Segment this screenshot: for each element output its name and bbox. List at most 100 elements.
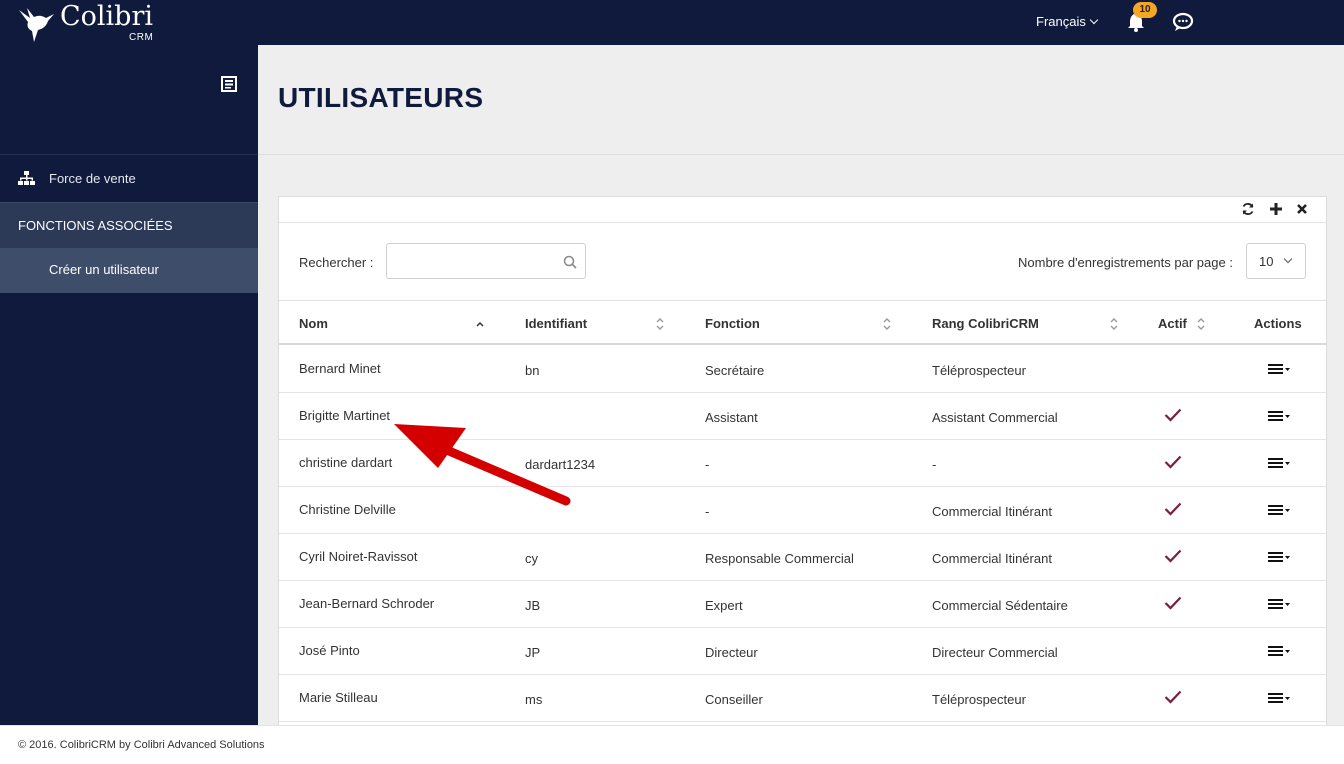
logo-subtitle: CRM [129, 32, 154, 43]
sort-both-icon[interactable] [655, 317, 665, 331]
sidebar-item-creer-utilisateur[interactable]: Créer un utilisateur [0, 248, 258, 293]
cell-fonction: Conseiller [705, 692, 763, 707]
plus-icon[interactable] [1269, 202, 1283, 216]
active-check-icon [1164, 690, 1182, 704]
panel-toolbar [279, 197, 1326, 223]
sidebar: Force de vente FONCTIONS ASSOCIÉES Créer… [0, 45, 258, 725]
users-panel: Rechercher : Nombre d'enregistrements pa… [278, 196, 1327, 736]
sidebar-subitem-label: Créer un utilisateur [49, 262, 159, 277]
row-actions-menu-icon[interactable] [1268, 457, 1294, 469]
cell-nom: Bernard Minet [299, 361, 381, 376]
cell-rang: Commercial Sédentaire [932, 598, 1068, 613]
sidebar-item-label: Force de vente [49, 171, 136, 186]
per-page-label: Nombre d'enregistrements par page : [1018, 255, 1233, 270]
language-label: Français [1036, 14, 1086, 29]
row-actions-menu-icon[interactable] [1268, 551, 1294, 563]
cell-fonction: Assistant [705, 410, 758, 425]
sort-asc-icon[interactable] [475, 317, 485, 331]
cell-fonction: Secrétaire [705, 363, 765, 378]
cell-fonction: - [705, 504, 710, 519]
cell-fonction: Expert [705, 598, 743, 613]
cell-nom: christine dardart [299, 455, 393, 470]
column-header-actions: Actions [1254, 316, 1302, 331]
column-header-fonction[interactable]: Fonction [705, 316, 760, 331]
row-actions-menu-icon[interactable] [1268, 363, 1294, 375]
cell-nom: Cyril Noiret-Ravissot [299, 549, 418, 564]
cell-nom: José Pinto [299, 643, 360, 658]
column-header-actif[interactable]: Actif [1158, 316, 1187, 331]
active-check-icon [1164, 408, 1182, 422]
cell-fonction: Responsable Commercial [705, 551, 854, 566]
sidebar-item-force-de-vente[interactable]: Force de vente [0, 155, 258, 202]
active-check-icon [1164, 549, 1182, 563]
table-row[interactable]: Marie Stilleau ms Conseiller Téléprospecteu… [279, 675, 1326, 722]
page-title: UTILISATEURS [278, 82, 484, 113]
cell-identifiant: JP [525, 645, 541, 660]
cell-rang: Assistant Commercial [932, 410, 1058, 425]
cell-fonction: - [705, 457, 710, 472]
logo-wordmark: Colibri [60, 1, 154, 32]
table-row[interactable]: Jean-Bernard Schroder JB Expert Commercial … [279, 581, 1326, 628]
per-page-select[interactable]: 10 [1246, 243, 1306, 279]
top-bar: Colibri CRM Français 10 [0, 0, 1344, 45]
sort-both-icon[interactable] [1109, 317, 1119, 331]
column-header-rang[interactable]: Rang ColibriCRM [932, 316, 1039, 331]
sidebar-toggle-icon[interactable] [221, 76, 237, 92]
row-actions-menu-icon[interactable] [1268, 504, 1294, 516]
row-actions-menu-icon[interactable] [1268, 410, 1294, 422]
table-row[interactable]: Christine Delville - Commercial Itinérant [279, 487, 1326, 534]
language-selector[interactable]: Français [1036, 14, 1099, 29]
table-row[interactable]: christine dardart dardart1234 - - [279, 440, 1326, 487]
row-actions-menu-icon[interactable] [1268, 692, 1294, 704]
sidebar-section-label: FONCTIONS ASSOCIÉES [18, 218, 173, 233]
chat-icon[interactable] [1172, 12, 1194, 32]
close-icon[interactable] [1295, 202, 1309, 216]
refresh-icon[interactable] [1241, 202, 1255, 216]
table-row[interactable]: Cyril Noiret-Ravissot cy Responsable Comme… [279, 534, 1326, 581]
cell-rang: Téléprospecteur [932, 363, 1026, 378]
page-header: UTILISATEURS [258, 45, 1344, 155]
sort-both-icon[interactable] [1196, 317, 1206, 331]
cell-identifiant: cy [525, 551, 538, 566]
cell-rang: Téléprospecteur [932, 692, 1026, 707]
row-actions-menu-icon[interactable] [1268, 598, 1294, 610]
chevron-down-icon [1283, 254, 1293, 264]
chevron-down-icon [1089, 15, 1099, 25]
table-row[interactable]: Bernard Minet bn Secrétaire Téléprospecteur [279, 346, 1326, 393]
search-field[interactable] [386, 243, 586, 279]
column-header-identifiant[interactable]: Identifiant [525, 316, 587, 331]
sitemap-icon [18, 171, 35, 185]
search-label: Rechercher : [299, 255, 374, 270]
cell-rang: - [932, 457, 937, 472]
active-check-icon [1164, 502, 1182, 516]
cell-nom: Christine Delville [299, 502, 396, 517]
footer: © 2016. ColibriCRM by Colibri Advanced S… [0, 725, 1344, 764]
cell-identifiant: JB [525, 598, 541, 613]
search-icon[interactable] [563, 255, 577, 269]
cell-identifiant: ms [525, 692, 543, 707]
search-input[interactable] [395, 252, 555, 270]
table-header: Nom Identifiant Fonction Rang ColibriCRM… [279, 300, 1326, 345]
colibri-logo[interactable]: Colibri CRM [16, 2, 166, 44]
active-check-icon [1164, 455, 1182, 469]
sort-both-icon[interactable] [882, 317, 892, 331]
notification-badge: 10 [1133, 2, 1157, 18]
cell-nom: Jean-Bernard Schroder [299, 596, 435, 611]
row-actions-menu-icon[interactable] [1268, 645, 1294, 657]
cell-fonction: Directeur [705, 645, 758, 660]
cell-nom: Brigitte Martinet [299, 408, 391, 423]
cell-identifiant: bn [525, 363, 540, 378]
footer-copyright: © 2016. ColibriCRM by Colibri Advanced S… [18, 739, 265, 751]
column-header-nom[interactable]: Nom [299, 316, 328, 331]
cell-identifiant: dardart1234 [525, 457, 596, 472]
hummingbird-icon [19, 8, 54, 42]
cell-rang: Directeur Commercial [932, 645, 1058, 660]
sidebar-section-header: FONCTIONS ASSOCIÉES [0, 202, 258, 248]
active-check-icon [1164, 596, 1182, 610]
cell-rang: Commercial Itinérant [932, 551, 1052, 566]
table-row[interactable]: Brigitte Martinet Assistant Assistant Comm… [279, 393, 1326, 440]
cell-rang: Commercial Itinérant [932, 504, 1052, 519]
table-row[interactable]: José Pinto JP Directeur Directeur Commercia… [279, 628, 1326, 675]
per-page-value: 10 [1259, 254, 1274, 269]
cell-nom: Marie Stilleau [299, 690, 378, 705]
